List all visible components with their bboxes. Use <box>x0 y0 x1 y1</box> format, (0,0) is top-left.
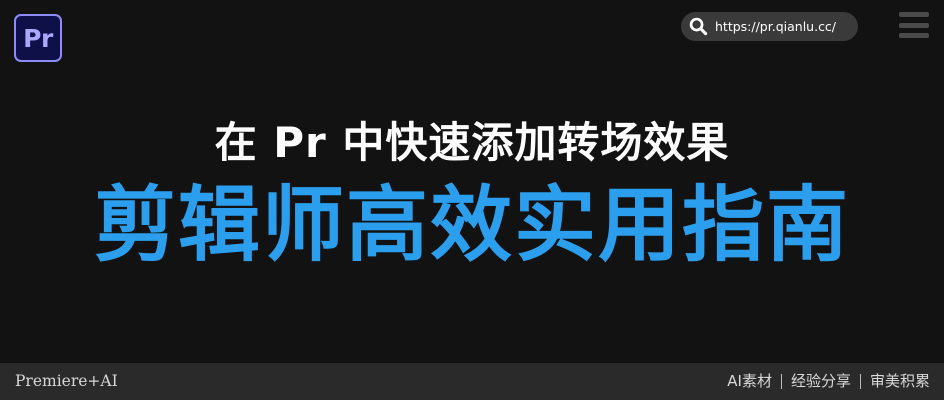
banner: Pr https://pr.qianlu.cc/ 在 Pr 中快速添加转场效果 … <box>0 0 944 400</box>
menu-bar-line <box>899 22 929 28</box>
footer-brand: Premiere+AI <box>15 372 118 390</box>
divider <box>780 374 782 389</box>
footer-bar: Premiere+AI AI素材 经验分享 审美积累 <box>0 363 944 400</box>
hamburger-menu-icon[interactable] <box>899 12 929 38</box>
url-text[interactable]: https://pr.qianlu.cc/ <box>715 19 836 34</box>
menu-bar-line <box>899 12 929 17</box>
headline: 剪辑师高效实用指南 <box>93 178 850 273</box>
premiere-pro-logo[interactable]: Pr <box>14 14 62 62</box>
url-bar[interactable]: https://pr.qianlu.cc/ <box>681 12 858 41</box>
footer-tag-aesthetics: 审美积累 <box>869 372 930 390</box>
page-title: 在 Pr 中快速添加转场效果 <box>214 118 730 167</box>
logo-text: Pr <box>23 23 53 53</box>
footer-tag-experience: 经验分享 <box>790 372 851 390</box>
footer-tags: AI素材 经验分享 审美积累 <box>727 363 930 400</box>
search-icon[interactable] <box>688 17 708 37</box>
menu-bar-line <box>899 33 929 38</box>
divider <box>859 374 861 389</box>
footer-tag-ai-assets: AI素材 <box>727 372 772 390</box>
